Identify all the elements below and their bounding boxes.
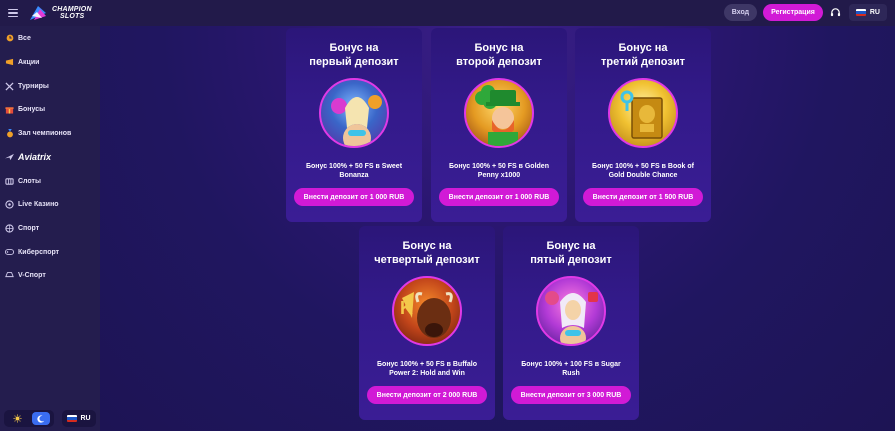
- sidebar-item-promo[interactable]: Акции: [0, 53, 100, 71]
- logo-mark-icon: [28, 4, 48, 22]
- language-select[interactable]: RU: [848, 4, 887, 21]
- russia-flag-icon: [855, 9, 866, 16]
- sun-icon[interactable]: [9, 412, 27, 425]
- language-label: RU: [869, 9, 880, 16]
- sidebar-item-label: Турниры: [18, 82, 49, 90]
- login-button[interactable]: Вход: [723, 4, 758, 21]
- logo[interactable]: CHAMPION SLOTS: [28, 4, 92, 22]
- bonus-card-description: Бонус 100% + 50 FS в Golden Penny x1000: [449, 163, 549, 179]
- sidebar-item-hall-of-champions[interactable]: Зал чемпионов: [0, 124, 100, 142]
- sugar-rush-image: [536, 276, 606, 346]
- logo-line2: SLOTS: [60, 13, 85, 20]
- plane-icon: [5, 153, 14, 162]
- deposit-button[interactable]: Внести депозит от 1 000 RUB: [294, 188, 414, 206]
- deposit-button[interactable]: Внести депозит от 1 000 RUB: [439, 188, 559, 206]
- logo-line1: CHAMPION: [52, 6, 92, 13]
- sidebar-item-label: Слоты: [18, 177, 41, 185]
- sidebar-item-bonuses[interactable]: Бонусы: [0, 100, 100, 118]
- sidebar-item-v-sport[interactable]: V-Спорт: [0, 266, 100, 284]
- sidebar-language-label: RU: [80, 415, 91, 422]
- bonus-grid: Бонус на первый депозит Бонус 100% + 50 F…: [100, 26, 895, 431]
- buffalo-power-image: K: [392, 276, 462, 346]
- moon-icon[interactable]: [31, 412, 50, 425]
- sidebar-item-slots[interactable]: Слоты: [0, 172, 100, 190]
- register-button[interactable]: Регистрация: [763, 4, 823, 21]
- sidebar-item-label: Все: [18, 34, 31, 42]
- sidebar-item-label: V-Спорт: [18, 271, 46, 279]
- bonus-card-description: Бонус 100% + 100 FS в Sugar Rush: [521, 361, 621, 377]
- sidebar-item-label: Live Казино: [18, 200, 59, 208]
- sidebar-item-all[interactable]: Все: [0, 29, 100, 47]
- sidebar: Все Акции Турниры Бонусы Зал чемпионов A…: [0, 26, 100, 431]
- sidebar-item-label: Киберспорт: [18, 248, 60, 256]
- controller-icon: [5, 271, 14, 280]
- bonus-card-description: Бонус 100% + 50 FS в Sweet Bonanza: [305, 163, 403, 179]
- sidebar-footer: RU: [4, 410, 96, 427]
- live-casino-icon: [5, 199, 14, 209]
- ball-icon: [5, 223, 14, 233]
- book-of-gold-image: [608, 78, 678, 148]
- promo-icon: [5, 58, 14, 67]
- golden-penny-image: [464, 78, 534, 148]
- bonus-card-title: Бонус на четвертый депозит: [374, 240, 480, 266]
- sidebar-item-label: Спорт: [18, 224, 40, 232]
- deposit-button[interactable]: Внести депозит от 1 500 RUB: [583, 188, 703, 206]
- bonus-card-description: Бонус 100% + 50 FS в Buffalo Power 2: Ho…: [377, 361, 477, 377]
- sidebar-item-esports[interactable]: Киберспорт: [0, 243, 100, 261]
- slots-icon: [5, 177, 14, 186]
- medal-icon: [5, 128, 14, 138]
- menu-icon[interactable]: [8, 8, 18, 18]
- bonus-card-title: Бонус на пятый депозит: [530, 240, 612, 266]
- sidebar-item-label: Зал чемпионов: [18, 129, 72, 137]
- sidebar-item-label: Бонусы: [18, 105, 46, 113]
- clock-icon: [5, 34, 14, 43]
- theme-toggle[interactable]: [4, 410, 54, 427]
- sidebar-item-sport[interactable]: Спорт: [0, 219, 100, 237]
- sidebar-item-aviatrix[interactable]: Aviatrix: [0, 148, 100, 166]
- top-header: CHAMPION SLOTS Вход Регистрация RU: [0, 0, 895, 26]
- swords-icon: [5, 81, 14, 91]
- sidebar-item-label: Акции: [18, 58, 40, 66]
- gamepad-icon: [5, 248, 14, 257]
- bonus-card-second-deposit: Бонус на второй депозит Бонус 100% + 50 F…: [431, 28, 567, 222]
- bonus-card-third-deposit: Бонус на третий депозит Бонус 100% + 50 F…: [575, 28, 711, 222]
- deposit-button[interactable]: Внести депозит от 2 000 RUB: [367, 386, 487, 404]
- bonus-card-fourth-deposit: Бонус на четвертый депозит K Бонус 100% +…: [359, 226, 495, 420]
- sidebar-language-select[interactable]: RU: [62, 410, 96, 427]
- deposit-button[interactable]: Внести депозит от 3 000 RUB: [511, 386, 631, 404]
- svg-text:K: K: [400, 298, 413, 318]
- sidebar-item-live-casino[interactable]: Live Казино: [0, 195, 100, 213]
- sidebar-item-tournaments[interactable]: Турниры: [0, 77, 100, 95]
- bonus-card-fifth-deposit: Бонус на пятый депозит Бонус 100% + 100 F…: [503, 226, 639, 420]
- bonus-card-description: Бонус 100% + 50 FS в Book of Gold Double…: [592, 163, 694, 179]
- bonus-card-title: Бонус на второй депозит: [456, 42, 542, 68]
- russia-flag-icon: [67, 415, 78, 422]
- sidebar-item-label: Aviatrix: [18, 152, 52, 162]
- bonus-card-title: Бонус на третий депозит: [601, 42, 685, 68]
- headset-icon[interactable]: [829, 6, 843, 20]
- gift-icon: [5, 105, 14, 114]
- bonus-card-title: Бонус на первый депозит: [309, 42, 399, 68]
- sweet-bonanza-image: [319, 78, 389, 148]
- bonus-card-first-deposit: Бонус на первый депозит Бонус 100% + 50 F…: [286, 28, 422, 222]
